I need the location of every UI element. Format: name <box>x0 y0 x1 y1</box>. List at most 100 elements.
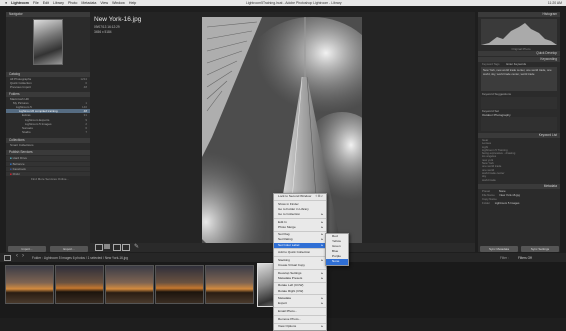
folder-item-label: Studio <box>22 130 31 135</box>
menu-item-label: View Options <box>278 324 297 329</box>
keyword-set-grid <box>481 116 557 131</box>
filmstrip-thumbnail[interactable] <box>155 265 204 304</box>
publish-header[interactable]: Publish Services <box>6 150 90 156</box>
histogram[interactable] <box>481 19 557 45</box>
navigator-header[interactable]: Navigator <box>6 12 90 17</box>
menu-item-add-quick-collection[interactable]: Add to Quick Collection <box>274 250 326 255</box>
photo-date: 09/07/13 16:12:29 <box>94 25 120 29</box>
behance-icon: ■ <box>10 161 12 166</box>
publish-item[interactable]: ■ Flickr <box>6 172 90 177</box>
export-button[interactable]: Export... <box>50 246 88 252</box>
import-button[interactable]: Import... <box>8 246 46 252</box>
menu-metadata[interactable]: Metadata <box>81 1 96 5</box>
photo-file-name: New York-16.jpg <box>94 16 142 23</box>
grid-view-icon[interactable] <box>95 244 103 251</box>
menu-photo[interactable]: Photo <box>68 1 77 5</box>
context-menu: Lock to Second Window ⇧⌘↩ Show in Finder … <box>273 193 327 331</box>
publish-item[interactable]: ■ Hard Drive <box>6 156 90 161</box>
menu-item-go-to-collection[interactable]: Go to Collection ▸ <box>274 212 326 217</box>
menu-item-label: Export <box>278 301 287 306</box>
menu-item-label: Stacking <box>278 257 290 262</box>
menu-edit[interactable]: Edit <box>43 1 49 5</box>
quick-develop-header[interactable]: Quick Develop <box>478 51 560 57</box>
folder-item[interactable]: Studio 7 <box>6 130 90 134</box>
second-window-icon[interactable] <box>4 255 11 261</box>
submenu-arrow-icon: ▸ <box>321 224 323 229</box>
menu-item-photo-merge[interactable]: Photo Merge ▸ <box>274 225 326 230</box>
filmstrip-path[interactable]: Folder : Lightroom 5 Images 6 photos / 1… <box>32 256 128 260</box>
color-label-submenu: Red Yellow Green Blue Purple None <box>325 233 349 266</box>
photo-dimensions: 3456 x 5184 <box>94 30 112 34</box>
menu-item-metadata-presets[interactable]: Metadata Presets ▸ <box>274 276 326 281</box>
flickr-icon: ■ <box>10 172 12 176</box>
histogram-header[interactable]: Histogram <box>478 12 560 17</box>
catalog-item-label: Previous Import <box>10 85 32 90</box>
sync-settings-button[interactable]: Sync Settings <box>521 246 559 252</box>
keyword-mode-select[interactable]: Enter Keywords <box>506 62 526 66</box>
left-panel: Navigator Catalog All Photographs 1234 Qu… <box>6 12 90 252</box>
loupe-view-icon[interactable] <box>104 244 110 249</box>
filmstrip-back-icon[interactable]: ‹ <box>16 253 18 259</box>
catalog-item-count: 48 <box>83 85 87 90</box>
menu-file[interactable]: File <box>33 1 39 5</box>
submenu-arrow-icon: ▸ <box>321 211 323 216</box>
filmstrip-thumbnail[interactable] <box>205 265 254 304</box>
compare-view-icon[interactable] <box>113 244 121 251</box>
metadata-field-key: Folder <box>482 201 490 206</box>
thumbnail-image <box>156 266 203 303</box>
menu-item-label: Edit In <box>278 219 287 224</box>
keyword-tags-label: Keyword Tags <box>482 62 500 67</box>
catalog-item[interactable]: Previous Import 48 <box>6 85 90 89</box>
submenu-arrow-icon: ▸ <box>321 301 323 306</box>
menu-item-remove-photo[interactable]: Remove Photo... <box>274 317 326 322</box>
menu-library[interactable]: Library <box>53 1 64 5</box>
publish-item[interactable]: ■ Behance <box>6 161 90 166</box>
navigator-preview[interactable] <box>33 19 63 65</box>
filmstrip-thumbnail[interactable] <box>105 265 154 304</box>
publish-item-label: Flickr <box>12 172 20 176</box>
menu-item-label: Set Color Label <box>278 242 300 247</box>
menu-window[interactable]: Window <box>112 1 125 5</box>
filter-select[interactable]: Filters Off <box>518 256 532 260</box>
keyword-suggestions-box <box>481 96 557 109</box>
keyword-list-item[interactable]: world trade <box>478 178 560 182</box>
survey-view-icon[interactable] <box>122 244 130 251</box>
menu-bar: ● Lightroom File Edit Library Photo Meta… <box>0 0 566 6</box>
menu-item-label: Develop Settings <box>278 270 302 275</box>
menu-item-label: Go to Collection <box>278 211 301 216</box>
filmstrip-thumbnail[interactable] <box>55 265 104 304</box>
menu-item-create-virtual-copy[interactable]: Create Virtual Copy <box>274 263 326 268</box>
keyword-tags-box[interactable]: New York, new world trade center, one wo… <box>481 67 557 92</box>
menu-help[interactable]: Help <box>129 1 136 5</box>
menu-item-label: Set Rating <box>278 237 293 242</box>
keyword-tags-row[interactable]: Keyword Tags Enter Keywords <box>478 62 560 66</box>
menu-item-lock-second-window[interactable]: Lock to Second Window ⇧⌘↩ <box>274 194 326 199</box>
folder-item-count: 7 <box>85 130 87 135</box>
filmstrip-thumbnail[interactable] <box>5 265 54 304</box>
apple-menu-icon[interactable]: ● <box>5 1 7 5</box>
menu-item-set-color-label[interactable]: Set Color Label ▸ <box>274 242 326 248</box>
metadata-field-value[interactable]: Lightroom 5 Images <box>495 201 520 205</box>
menu-item-shortcut: ⇧⌘↩ <box>314 194 323 198</box>
app-menu[interactable]: Lightroom <box>11 1 29 5</box>
submenu-arrow-icon: ▸ <box>321 275 323 280</box>
menu-item-rotate-right[interactable]: Rotate Right (CW) <box>274 289 326 294</box>
collection-item[interactable]: Smart Collections <box>6 143 90 147</box>
publish-item[interactable]: ■ Facebook <box>6 166 90 171</box>
color-label-none[interactable]: None <box>326 259 348 265</box>
menu-item-view-options[interactable]: View Options ▸ <box>274 324 326 329</box>
menu-item-label: Lock to Second Window <box>278 194 312 198</box>
filter-label: Filter : <box>500 255 509 260</box>
find-more-services-link[interactable]: Find More Services Online... <box>6 177 90 181</box>
menu-view[interactable]: View <box>100 1 108 5</box>
metadata-field-row: Folder Lightroom 5 Images <box>478 201 560 205</box>
sync-metadata-button[interactable]: Sync Metadata <box>480 246 518 252</box>
thumbnail-image <box>56 266 103 303</box>
filmstrip-forward-icon[interactable]: › <box>22 253 24 259</box>
publish-item-label: Hard Drive <box>12 156 27 161</box>
menu-item-email-photo[interactable]: Email Photo... <box>274 309 326 314</box>
painter-icon[interactable]: ✎ <box>134 243 139 250</box>
menu-item-label: Photo Merge <box>278 224 296 229</box>
menu-item-export[interactable]: Export ▸ <box>274 301 326 306</box>
submenu-arrow-icon: ▸ <box>321 242 323 247</box>
